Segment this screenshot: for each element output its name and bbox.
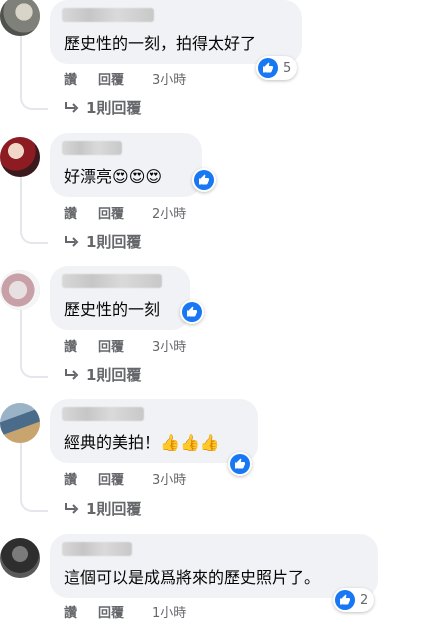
avatar[interactable] (0, 270, 40, 310)
like-icon (230, 454, 250, 474)
comment-text: 歷史性的一刻 (64, 300, 160, 320)
thread-line (20, 175, 22, 230)
timestamp[interactable]: 3小時 (152, 336, 186, 355)
thread-line (20, 443, 22, 498)
like-icon (194, 170, 214, 190)
reaction-chip[interactable] (228, 452, 252, 476)
comment-text: 經典的美拍！👍👍👍 (64, 433, 220, 453)
like-action[interactable]: 讚 (64, 203, 77, 222)
view-replies-link[interactable]: 1則回覆 (64, 364, 141, 385)
like-icon (258, 58, 278, 78)
timestamp[interactable]: 3小時 (152, 69, 186, 88)
like-action[interactable]: 讚 (64, 69, 77, 88)
comment-emoji: 😍😍😍 (112, 167, 163, 186)
avatar[interactable] (0, 0, 40, 36)
comment-text: 歷史性的一刻，拍得太好了 (64, 34, 256, 54)
like-icon (335, 590, 355, 610)
commenter-name-redacted[interactable] (62, 141, 122, 155)
comment-bubble: 這個可以是成爲將來的歷史照片了。 (50, 534, 378, 598)
comment-bubble: 好漂亮😍😍😍 (50, 133, 202, 197)
timestamp[interactable]: 1小時 (152, 602, 186, 621)
reply-arrow-icon (65, 502, 79, 514)
comment-text-body: 歷史性的一刻，拍得太好了 (64, 34, 257, 53)
reply-arrow-icon (65, 368, 79, 380)
avatar[interactable] (0, 137, 40, 177)
view-replies-label: 1則回覆 (86, 500, 142, 518)
comment-text-body: 經典的美拍！ (64, 433, 161, 452)
reply-action[interactable]: 回覆 (98, 336, 124, 355)
like-action[interactable]: 讚 (64, 602, 77, 621)
reply-action[interactable]: 回覆 (98, 203, 124, 222)
avatar[interactable] (0, 538, 40, 578)
view-replies-link[interactable]: 1則回覆 (64, 231, 141, 252)
thread-connector (20, 362, 48, 378)
reply-action[interactable]: 回覆 (98, 469, 124, 488)
comment-bubble: 經典的美拍！👍👍👍 (50, 399, 258, 463)
thread-connector (20, 94, 48, 110)
thread-line (20, 310, 22, 364)
comment-text-body: 歷史性的一刻 (64, 300, 161, 319)
like-action[interactable]: 讚 (64, 336, 77, 355)
view-replies-link[interactable]: 1則回覆 (64, 97, 141, 118)
thread-line (20, 36, 22, 96)
comment-text: 這個可以是成爲將來的歷史照片了。 (64, 568, 320, 588)
reply-arrow-icon (65, 101, 79, 113)
avatar[interactable] (0, 403, 40, 443)
view-replies-link[interactable]: 1則回覆 (64, 498, 141, 519)
comment-bubble: 歷史性的一刻，拍得太好了 (50, 0, 302, 64)
timestamp[interactable]: 2小時 (152, 203, 186, 222)
reply-action[interactable]: 回覆 (98, 69, 124, 88)
like-icon (182, 302, 202, 322)
commenter-name-redacted[interactable] (62, 8, 154, 22)
thread-connector (20, 228, 48, 244)
comment-bubble: 歷史性的一刻 (50, 266, 190, 330)
thread-connector (20, 496, 48, 512)
reply-action[interactable]: 回覆 (98, 602, 124, 621)
reaction-chip[interactable]: 5 (256, 56, 298, 80)
view-replies-label: 1則回覆 (86, 366, 142, 384)
reaction-count: 5 (283, 60, 292, 76)
comment-text-body: 好漂亮 (64, 167, 113, 186)
comment-emoji: 👍👍👍 (160, 433, 220, 452)
view-replies-label: 1則回覆 (86, 233, 142, 251)
timestamp[interactable]: 3小時 (152, 469, 186, 488)
reply-arrow-icon (65, 235, 79, 247)
reaction-chip[interactable] (180, 300, 204, 324)
reaction-chip[interactable] (192, 168, 216, 192)
reaction-chip[interactable]: 2 (333, 588, 375, 612)
commenter-name-redacted[interactable] (62, 407, 144, 421)
commenter-name-redacted[interactable] (62, 274, 162, 288)
reaction-count: 2 (360, 592, 369, 608)
comment-text-body: 這個可以是成爲將來的歷史照片了。 (64, 568, 321, 587)
view-replies-label: 1則回覆 (86, 99, 142, 117)
comment-text: 好漂亮😍😍😍 (64, 167, 162, 187)
like-action[interactable]: 讚 (64, 469, 77, 488)
commenter-name-redacted[interactable] (62, 542, 132, 556)
